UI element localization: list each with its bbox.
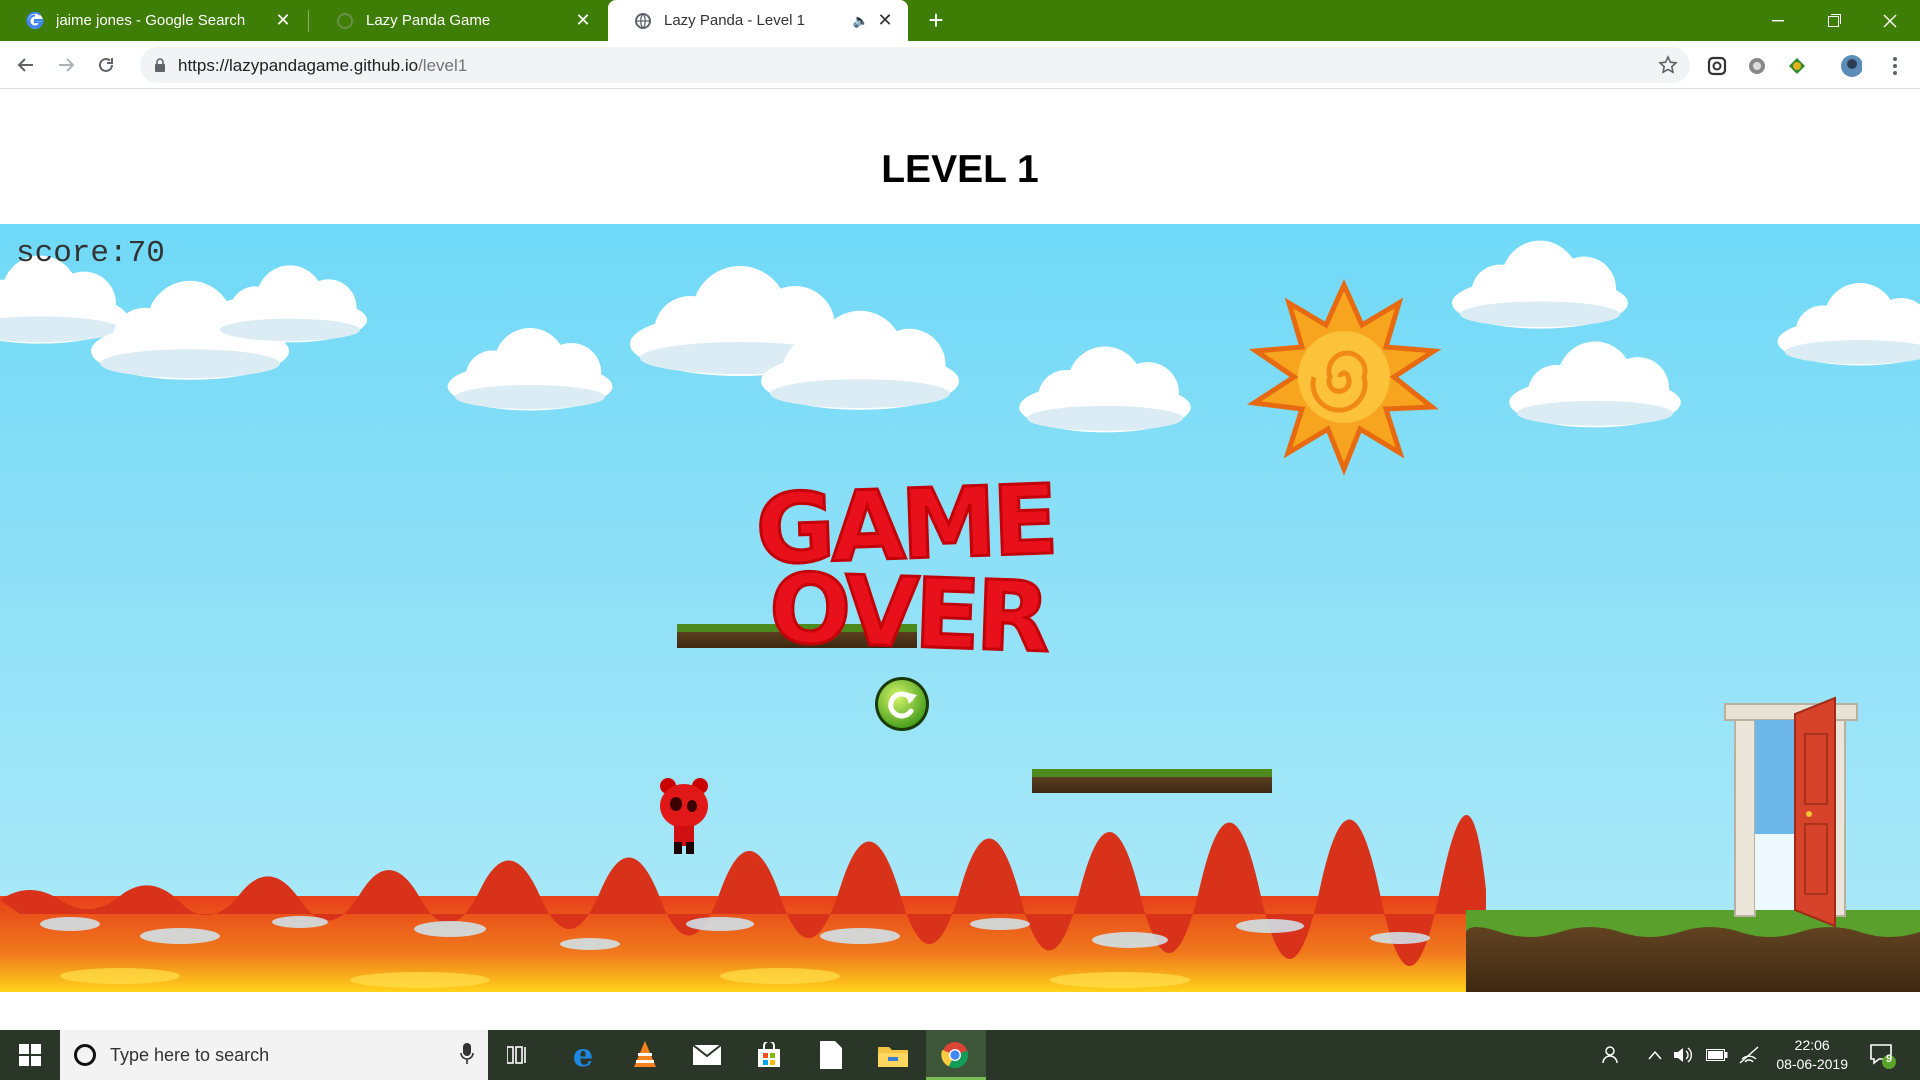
score-label: score:70 bbox=[16, 236, 165, 271]
reload-button[interactable] bbox=[92, 51, 120, 79]
globe-icon bbox=[634, 12, 652, 30]
task-view-icon[interactable] bbox=[502, 1038, 536, 1072]
game-over-line-2: OVER bbox=[767, 552, 1050, 656]
speaker-icon[interactable]: 🔈 bbox=[850, 10, 872, 32]
url-text: https://lazypandagame.github.io/level1 bbox=[178, 56, 467, 76]
notification-count-badge: 9 bbox=[1885, 1053, 1893, 1065]
clock-time: 22:06 bbox=[1794, 1037, 1830, 1053]
edge-icon[interactable]: e bbox=[566, 1036, 600, 1074]
url-path: /level1 bbox=[418, 56, 468, 75]
cortana-icon bbox=[74, 1044, 96, 1066]
door-icon bbox=[1724, 696, 1858, 928]
system-clock[interactable]: 22:06 08-06-2019 bbox=[1776, 1036, 1848, 1074]
page-title: LEVEL 1 bbox=[881, 148, 1039, 191]
people-icon[interactable] bbox=[1596, 1038, 1630, 1072]
sun-icon bbox=[1246, 278, 1442, 476]
address-bar[interactable]: https://lazypandagame.github.io/level1 bbox=[140, 47, 1690, 83]
search-placeholder: Type here to search bbox=[110, 1045, 270, 1065]
notifications-icon[interactable]: 9 bbox=[1866, 1038, 1900, 1072]
extension-icon[interactable] bbox=[1706, 55, 1728, 77]
menu-kebab-icon[interactable] bbox=[1884, 55, 1906, 77]
game-over-banner: GAME OVER bbox=[753, 466, 1058, 656]
restart-button[interactable] bbox=[873, 675, 931, 733]
restart-icon bbox=[875, 677, 929, 731]
extension-icon[interactable] bbox=[1786, 55, 1808, 77]
browser-tab-strip: jaime jones - Google Search ✕ Lazy Panda… bbox=[0, 0, 1920, 41]
url-host: https://lazypandagame.github.io bbox=[178, 56, 419, 75]
close-tab-icon[interactable]: ✕ bbox=[272, 10, 294, 32]
forward-button[interactable] bbox=[52, 51, 80, 79]
extension-icon[interactable] bbox=[1746, 55, 1768, 77]
bookmark-star-icon[interactable] bbox=[1658, 55, 1678, 75]
volume-icon[interactable] bbox=[1666, 1038, 1700, 1072]
tab-lazy-panda-game[interactable]: Lazy Panda Game ✕ bbox=[310, 0, 606, 41]
profile-avatar[interactable] bbox=[1840, 55, 1862, 77]
file-explorer-icon[interactable] bbox=[876, 1038, 910, 1072]
clock-date: 08-06-2019 bbox=[1776, 1056, 1848, 1072]
back-button[interactable] bbox=[12, 51, 40, 79]
tab-lazy-panda-level-1[interactable]: Lazy Panda - Level 1 🔈 ✕ bbox=[608, 0, 908, 41]
game-canvas[interactable]: score:70 GAME OVER bbox=[0, 224, 1920, 992]
close-window-icon[interactable] bbox=[1862, 0, 1918, 41]
file-icon[interactable] bbox=[814, 1038, 848, 1072]
minimize-icon[interactable] bbox=[1750, 0, 1806, 41]
chrome-icon[interactable] bbox=[938, 1038, 972, 1072]
tab-separator bbox=[308, 10, 309, 32]
close-tab-icon[interactable]: ✕ bbox=[572, 10, 594, 32]
windows-start-icon[interactable] bbox=[13, 1038, 47, 1072]
browser-toolbar: https://lazypandagame.github.io/level1 bbox=[0, 41, 1920, 89]
ground-platform bbox=[1466, 910, 1920, 992]
platform bbox=[1032, 769, 1272, 793]
mail-icon[interactable] bbox=[690, 1038, 724, 1072]
lava-hazard bbox=[0, 815, 1486, 992]
close-tab-icon[interactable]: ✕ bbox=[874, 10, 896, 32]
tab-title: Lazy Panda Game bbox=[366, 12, 491, 29]
wifi-icon[interactable] bbox=[1732, 1038, 1766, 1072]
globe-icon bbox=[336, 12, 354, 30]
restore-icon[interactable] bbox=[1806, 0, 1862, 41]
battery-icon[interactable] bbox=[1700, 1038, 1734, 1072]
tab-title: Lazy Panda - Level 1 bbox=[664, 12, 805, 29]
microphone-icon[interactable] bbox=[460, 1043, 474, 1070]
windows-taskbar: Type here to search e 22:06 08-06-2019 9 bbox=[0, 1030, 1920, 1080]
vlc-icon[interactable] bbox=[628, 1038, 662, 1072]
store-icon[interactable] bbox=[752, 1038, 786, 1072]
cloud-decoration bbox=[0, 240, 1920, 433]
new-tab-button[interactable]: + bbox=[922, 5, 950, 35]
panda-icon bbox=[660, 778, 708, 854]
tab-title: jaime jones - Google Search bbox=[56, 12, 246, 29]
google-icon bbox=[26, 11, 44, 30]
lock-icon[interactable] bbox=[152, 57, 168, 73]
taskbar-search-box[interactable]: Type here to search bbox=[60, 1030, 488, 1080]
tab-google-search[interactable]: jaime jones - Google Search ✕ bbox=[0, 0, 306, 41]
